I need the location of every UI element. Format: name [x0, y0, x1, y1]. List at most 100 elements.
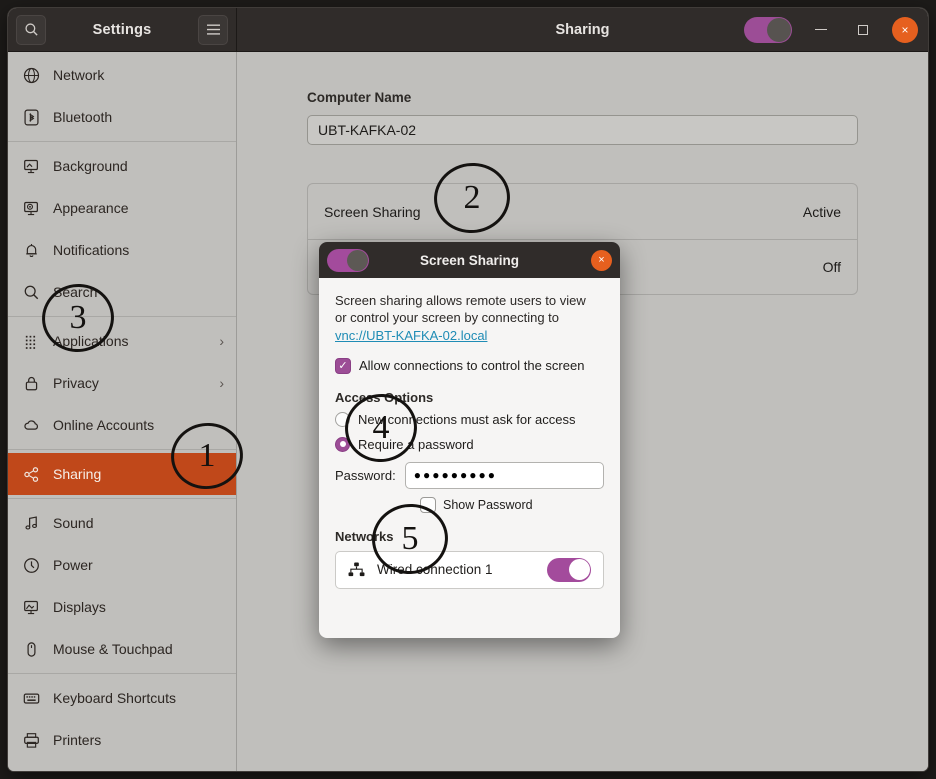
show-password-label: Show Password	[443, 497, 533, 512]
window-headerbar: Settings Sharing ×	[8, 8, 928, 52]
sidebar-item-label: Sound	[53, 515, 94, 531]
row-value: Active	[802, 203, 841, 220]
sidebar-item-power[interactable]: Power	[8, 544, 236, 586]
maximize-button[interactable]	[850, 17, 876, 43]
row-label: Screen Sharing	[324, 203, 421, 220]
search-button[interactable]	[16, 14, 46, 45]
allow-control-checkbox[interactable]: ✓	[335, 357, 351, 374]
sidebar-divider	[8, 141, 236, 142]
sidebar-item-keyboard-shortcuts[interactable]: Keyboard Shortcuts	[8, 677, 236, 719]
cloud-icon	[22, 416, 40, 434]
require-password-label: Require a password	[358, 436, 474, 452]
ask-access-radio[interactable]	[335, 411, 350, 427]
lock-icon	[22, 374, 40, 392]
toggle-knob	[347, 249, 368, 271]
show-password-checkbox[interactable]	[420, 496, 436, 513]
sidebar-item-displays[interactable]: Displays	[8, 586, 236, 628]
computer-name-value: UBT-KAFKA-02	[318, 122, 417, 138]
sidebar-item-notifications[interactable]: Notifications	[8, 229, 236, 271]
power-icon	[22, 556, 40, 574]
description-line-2: or control your screen by connecting to	[335, 310, 560, 326]
headerbar-sidebar-section: Settings	[8, 8, 237, 51]
monitor-icon	[22, 157, 40, 175]
sidebar-divider	[8, 498, 236, 499]
share-icon	[22, 465, 40, 483]
sidebar-item-applications[interactable]: Applications ›	[8, 320, 236, 362]
vnc-address-link[interactable]: vnc://UBT-KAFKA-02.local	[335, 328, 487, 343]
network-list-item[interactable]: Wired connection 1	[336, 552, 603, 588]
networks-list: Wired connection 1	[335, 550, 604, 589]
screen-sharing-dialog: Screen Sharing × Screen sharing allows r…	[319, 242, 620, 638]
mouse-icon	[22, 640, 40, 658]
sidebar-item-appearance[interactable]: Appearance	[8, 187, 236, 229]
dialog-close-button[interactable]: ×	[591, 249, 612, 271]
printer-icon	[22, 731, 40, 749]
screen-sharing-toggle[interactable]	[327, 248, 369, 272]
password-label: Password:	[335, 467, 396, 483]
network-enable-toggle[interactable]	[547, 557, 591, 582]
search-icon	[24, 23, 38, 36]
sidebar-divider	[8, 673, 236, 674]
sidebar-item-removable-media[interactable]: Removable Media	[8, 761, 236, 771]
network-name: Wired connection 1	[377, 562, 493, 578]
sidebar-item-mouse-touchpad[interactable]: Mouse & Touchpad	[8, 628, 236, 670]
settings-window: Settings Sharing × Network Bluetooth Bac…	[8, 8, 928, 771]
sidebar-item-label: Applications	[53, 333, 129, 349]
show-password-row[interactable]: Show Password	[420, 496, 604, 513]
access-options-title: Access Options	[335, 389, 434, 405]
list-item[interactable]: Screen Sharing Active	[308, 184, 857, 239]
ask-access-label: New connections must ask for access	[358, 411, 576, 427]
sidebar-item-label: Background	[53, 158, 128, 174]
sidebar-item-sharing[interactable]: Sharing	[8, 453, 236, 495]
radio-row-require-password[interactable]: Require a password	[335, 436, 604, 452]
close-icon: ×	[901, 22, 909, 37]
sidebar-item-label: Network	[53, 67, 105, 83]
sidebar-item-background[interactable]: Background	[8, 145, 236, 187]
hamburger-menu-icon	[206, 24, 220, 35]
password-input[interactable]: ●●●●●●●●●	[404, 461, 604, 489]
computer-name-label: Computer Name	[307, 90, 412, 105]
dialog-headerbar: Screen Sharing ×	[319, 242, 620, 278]
sidebar-item-search[interactable]: Search	[8, 271, 236, 313]
sidebar-item-bluetooth[interactable]: Bluetooth	[8, 96, 236, 138]
sidebar-item-label: Online Accounts	[53, 417, 155, 433]
maximize-icon	[858, 24, 868, 35]
globe-icon	[22, 66, 40, 84]
dialog-body: Screen sharing allows remote users to vi…	[319, 278, 620, 638]
sidebar-item-online-accounts[interactable]: Online Accounts	[8, 404, 236, 446]
checkmark-icon: ✓	[338, 360, 348, 373]
sidebar-item-label: Power	[53, 557, 93, 573]
sidebar-item-label: Keyboard Shortcuts	[53, 690, 176, 706]
close-button[interactable]: ×	[892, 16, 918, 43]
minimize-button[interactable]	[808, 17, 834, 43]
radio-row-ask-access[interactable]: New connections must ask for access	[335, 411, 604, 427]
sidebar-item-label: Displays	[53, 599, 106, 615]
chevron-right-icon: ›	[219, 375, 224, 391]
settings-sidebar[interactable]: Network Bluetooth Background Appearance Noti…	[8, 52, 237, 771]
window-body: Network Bluetooth Background Appearance Noti…	[8, 52, 928, 771]
sidebar-item-label: Search	[53, 284, 98, 300]
allow-control-label: Allow connections to control the screen	[359, 358, 585, 374]
sidebar-item-network[interactable]: Network	[8, 54, 236, 96]
display-icon	[22, 598, 40, 616]
sidebar-item-label: Mouse & Touchpad	[53, 641, 173, 657]
settings-title: Settings	[92, 21, 152, 38]
chevron-right-icon: ›	[219, 333, 224, 349]
sharing-master-toggle[interactable]	[744, 16, 792, 43]
row-value: Off	[822, 259, 841, 275]
allow-control-row[interactable]: ✓ Allow connections to control the scree…	[335, 357, 604, 374]
bluetooth-icon	[22, 108, 40, 126]
require-password-radio[interactable]	[335, 436, 350, 452]
menu-button[interactable]	[198, 14, 228, 45]
toggle-knob	[767, 17, 791, 42]
headerbar-controls: ×	[744, 16, 918, 43]
headerbar-main-section: Sharing ×	[237, 8, 928, 51]
sidebar-item-sound[interactable]: Sound	[8, 502, 236, 544]
sidebar-divider	[8, 449, 236, 450]
computer-name-input[interactable]: UBT-KAFKA-02	[307, 115, 858, 145]
minimize-icon	[815, 28, 827, 31]
sidebar-item-privacy[interactable]: Privacy ›	[8, 362, 236, 404]
sidebar-item-label: Bluetooth	[53, 109, 113, 125]
sidebar-item-printers[interactable]: Printers	[8, 719, 236, 761]
sidebar-item-label: Notifications	[53, 242, 130, 258]
